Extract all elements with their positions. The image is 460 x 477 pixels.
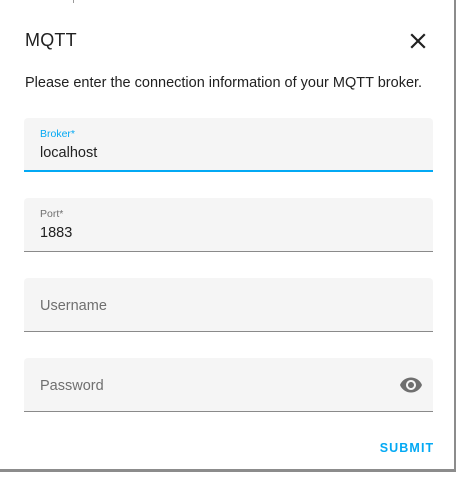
port-label: Port* [40,208,64,220]
eye-icon [400,377,422,393]
port-input[interactable] [40,225,380,241]
close-button[interactable] [404,27,432,55]
divider [73,0,74,3]
password-field[interactable]: Password [24,358,433,412]
close-icon [410,33,426,49]
username-input[interactable] [40,298,380,314]
submit-button[interactable]: SUBMIT [374,436,440,460]
broker-input[interactable] [40,145,380,161]
username-field[interactable]: Username [24,278,433,332]
port-field[interactable]: Port* [24,198,433,252]
dialog-title: MQTT [25,30,77,50]
mqtt-config-dialog: MQTT Please enter the connection informa… [0,0,456,472]
toggle-password-visibility-button[interactable] [399,373,423,397]
broker-field[interactable]: Broker* [24,118,433,172]
broker-label: Broker* [40,128,76,140]
password-input[interactable] [40,378,380,394]
dialog-description: Please enter the connection information … [25,75,423,91]
